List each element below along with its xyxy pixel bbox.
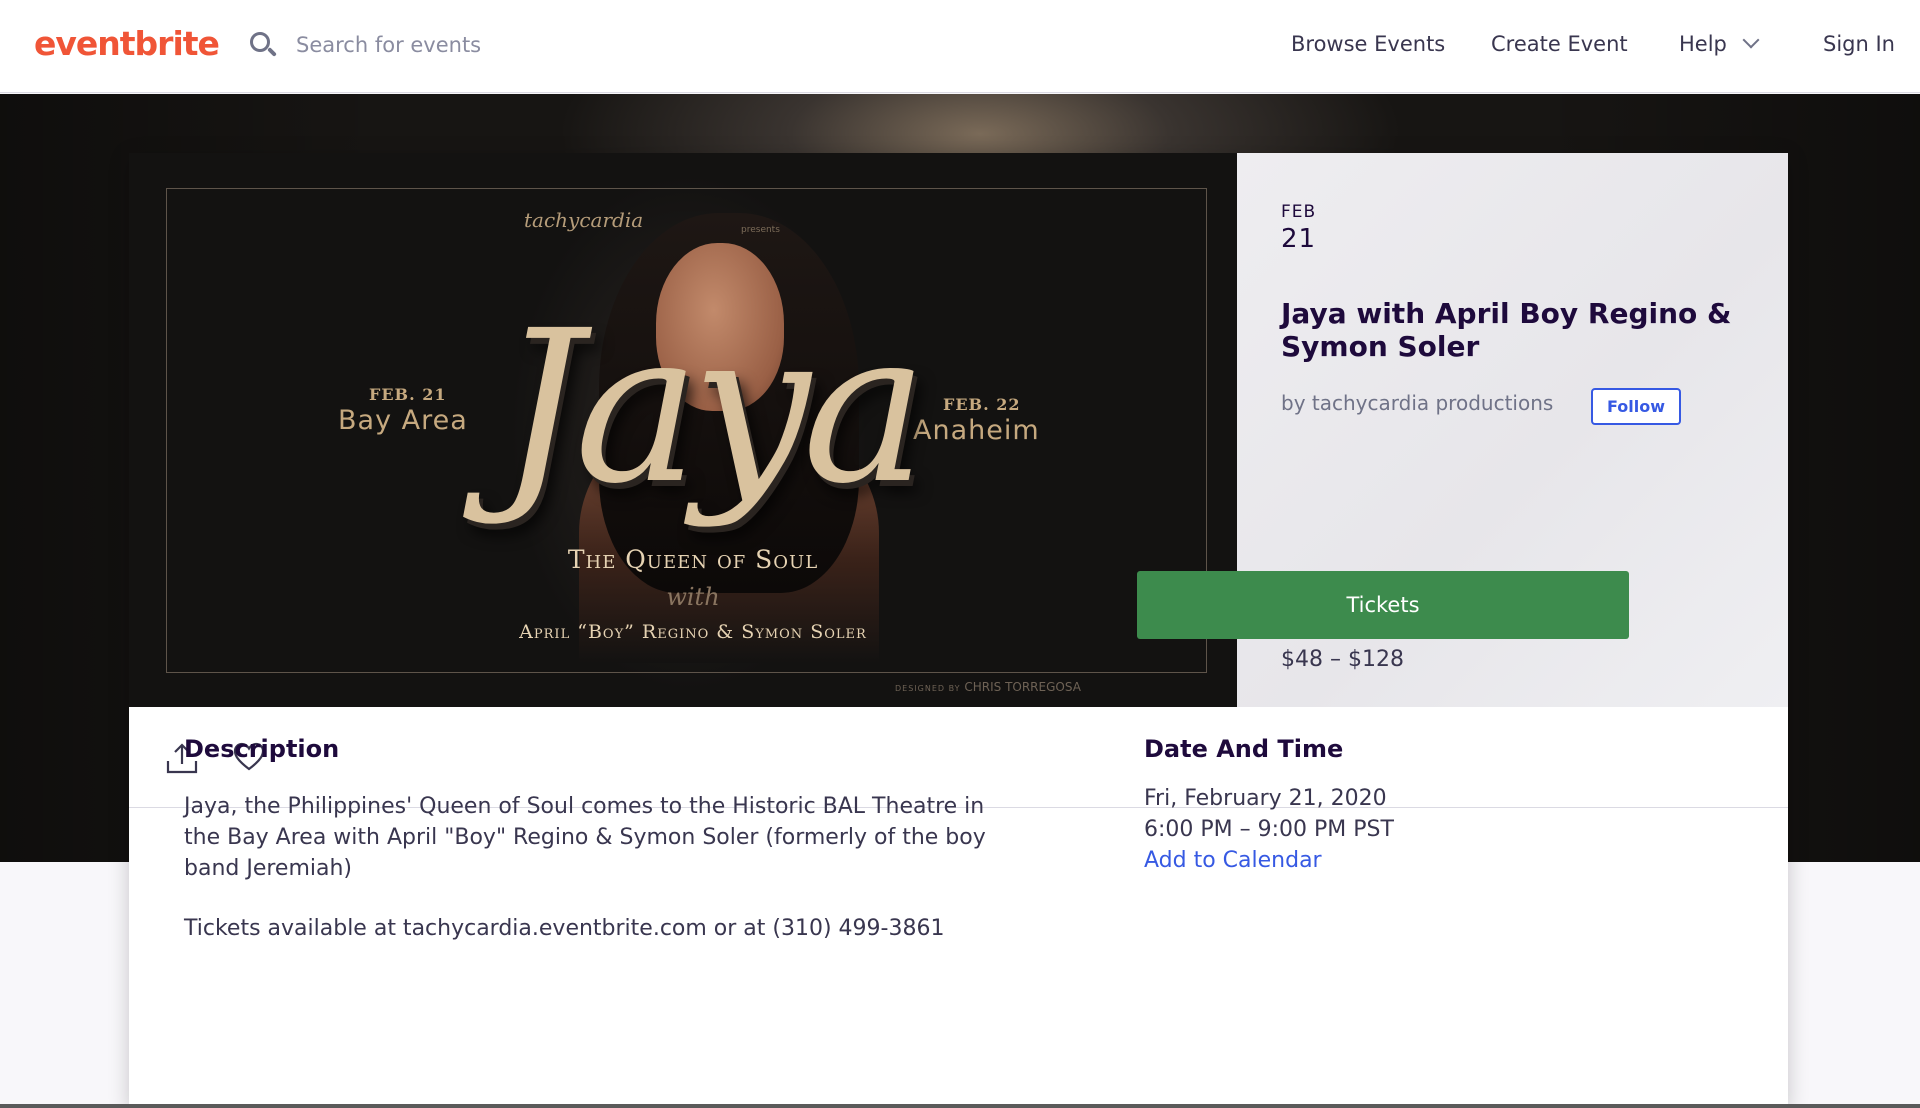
description-body: Jaya, the Philippines' Queen of Soul com… (184, 794, 986, 881)
banner-credit-name: CHRIS TORREGOSA (964, 680, 1081, 694)
event-full-date: Fri, February 21, 2020 (1144, 786, 1387, 811)
date-time-heading: Date And Time (1144, 735, 1344, 763)
chevron-down-icon (1742, 31, 1760, 49)
nav-create-event[interactable]: Create Event (1491, 32, 1628, 56)
banner-guests: April “Boy” Regino & Symon Soler (519, 621, 867, 643)
nav-browse-events[interactable]: Browse Events (1291, 32, 1445, 56)
event-date-day: 21 (1281, 224, 1317, 254)
event-title: Jaya with April Boy Regino & Symon Soler (1281, 297, 1732, 363)
event-date-month: FEB (1281, 202, 1317, 222)
event-banner-image: tachycardia presents FEB. 21 Bay Area FE… (129, 153, 1237, 707)
search-bar[interactable] (248, 30, 696, 60)
banner-presents: presents (741, 225, 780, 235)
event-price: $48 – $128 (1281, 647, 1404, 672)
banner-credit-prefix: DESIGNED BY (895, 684, 961, 693)
event-organizer[interactable]: by tachycardia productions (1281, 391, 1553, 415)
banner-with: with (666, 583, 720, 611)
nav-help-label: Help (1679, 32, 1727, 56)
event-time-range: 6:00 PM – 9:00 PM PST (1144, 817, 1394, 842)
banner-subtitle: The Queen of Soul (567, 545, 819, 574)
nav-help-menu[interactable]: Help (1679, 31, 1760, 56)
description-tickets-note: Tickets available at tachycardia.eventbr… (184, 916, 945, 941)
nav-sign-in[interactable]: Sign In (1823, 32, 1895, 56)
description-heading: Description (184, 735, 340, 763)
banner-script-title: Jaya (498, 285, 927, 530)
tickets-button[interactable]: Tickets (1137, 571, 1629, 639)
bottom-edge (0, 1104, 1920, 1108)
banner-credit: DESIGNED BY CHRIS TORREGOSA (895, 680, 1081, 694)
search-icon[interactable] (248, 30, 278, 60)
banner-brand-mark: tachycardia (524, 208, 644, 232)
add-to-calendar-link[interactable]: Add to Calendar (1144, 845, 1322, 876)
search-input[interactable] (296, 33, 696, 57)
top-nav-bar: eventbrite Browse Events Create Event He… (0, 0, 1920, 93)
eventbrite-logo[interactable]: eventbrite (34, 24, 220, 63)
follow-button[interactable]: Follow (1591, 388, 1681, 425)
